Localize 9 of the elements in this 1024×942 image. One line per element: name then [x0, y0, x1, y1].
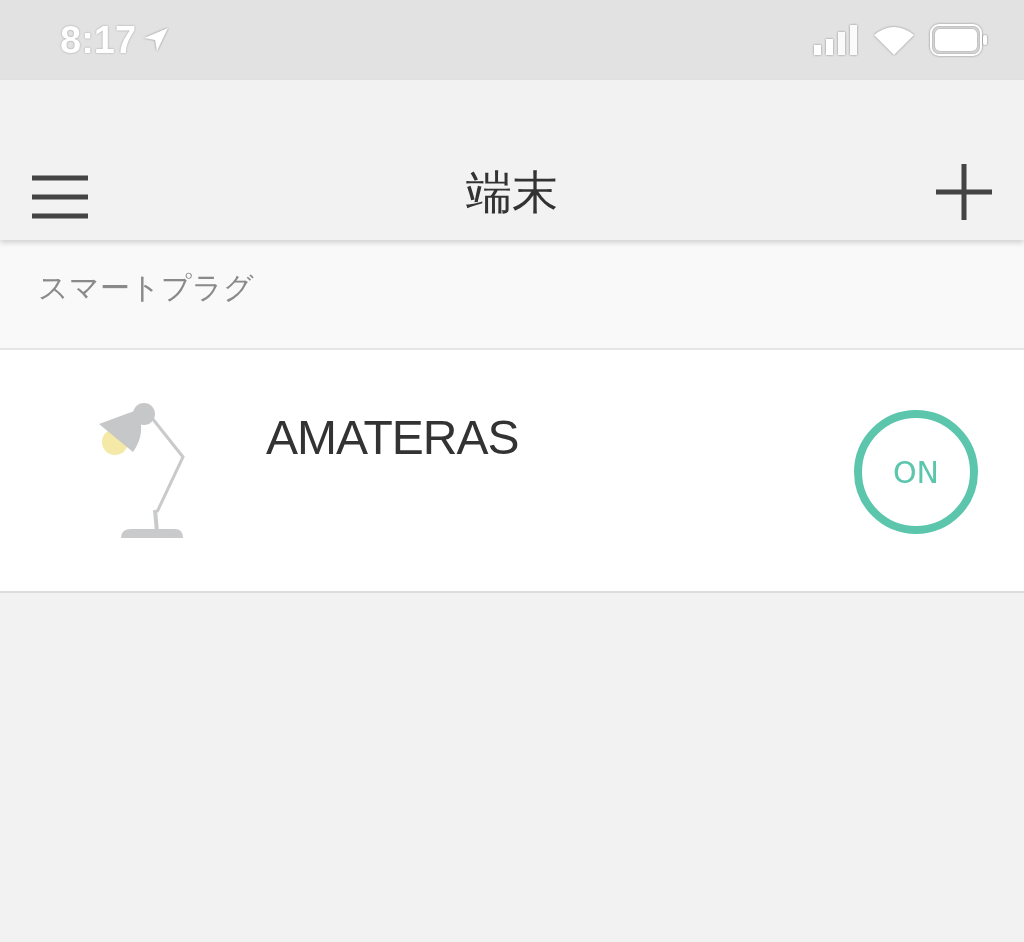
screen-title: 端末 — [465, 164, 559, 220]
menu-icon[interactable] — [32, 174, 88, 220]
add-icon[interactable] — [936, 164, 992, 220]
battery-icon — [930, 24, 988, 56]
signal-icon — [814, 25, 858, 55]
section-header: スマートプラグ — [38, 268, 254, 307]
device-name: AMATERAS — [266, 410, 520, 465]
power-toggle[interactable]: ON — [854, 410, 978, 534]
wifi-icon — [874, 25, 914, 55]
